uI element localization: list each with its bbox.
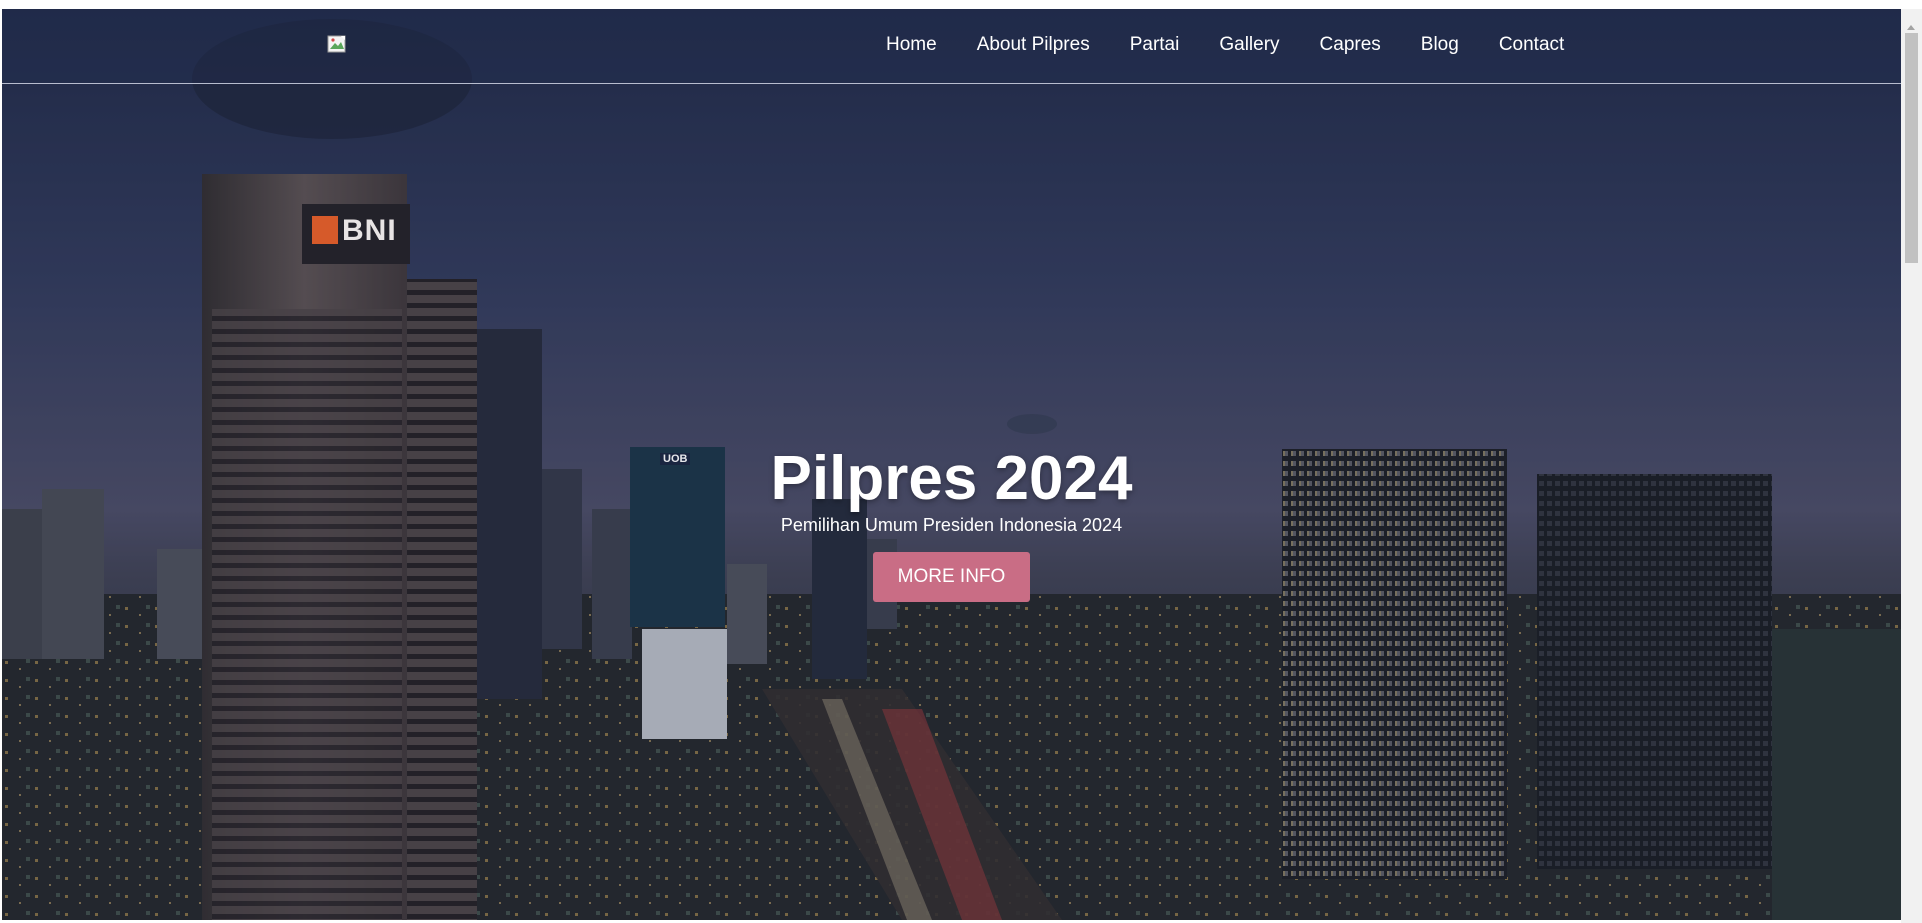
building-sign-bni: BNI xyxy=(312,214,397,248)
vertical-scrollbar[interactable] xyxy=(1901,9,1922,923)
more-info-button[interactable]: MORE INFO xyxy=(873,552,1030,602)
browser-viewport: BNI UOB Home About Pilpres Partai Galler… xyxy=(0,0,1922,923)
nav-item-about-pilpres[interactable]: About Pilpres xyxy=(977,33,1090,57)
hero-title: Pilpres 2024 xyxy=(770,444,1133,513)
bni-sign-text: BNI xyxy=(342,214,397,247)
nav-item-blog[interactable]: Blog xyxy=(1421,33,1459,57)
hero-content: Pilpres 2024 Pemilihan Umum Presiden Ind… xyxy=(2,443,1901,602)
scrollbar-thumb[interactable] xyxy=(1905,33,1918,263)
nav-item-partai[interactable]: Partai xyxy=(1130,33,1180,57)
nav-item-home[interactable]: Home xyxy=(886,33,937,57)
scroll-up-arrow-icon[interactable] xyxy=(1907,25,1915,30)
logo-broken-image-icon[interactable] xyxy=(327,35,349,55)
nav-item-contact[interactable]: Contact xyxy=(1499,33,1564,57)
nav-menu: Home About Pilpres Partai Gallery Capres… xyxy=(886,33,1604,57)
bni-logo-icon xyxy=(312,216,338,244)
nav-item-gallery[interactable]: Gallery xyxy=(1219,33,1279,57)
hero-section: BNI UOB Home About Pilpres Partai Galler… xyxy=(2,9,1901,920)
nav-item-capres[interactable]: Capres xyxy=(1320,33,1381,57)
navbar: Home About Pilpres Partai Gallery Capres… xyxy=(2,9,1901,84)
hero-subtitle: Pemilihan Umum Presiden Indonesia 2024 xyxy=(780,515,1123,535)
